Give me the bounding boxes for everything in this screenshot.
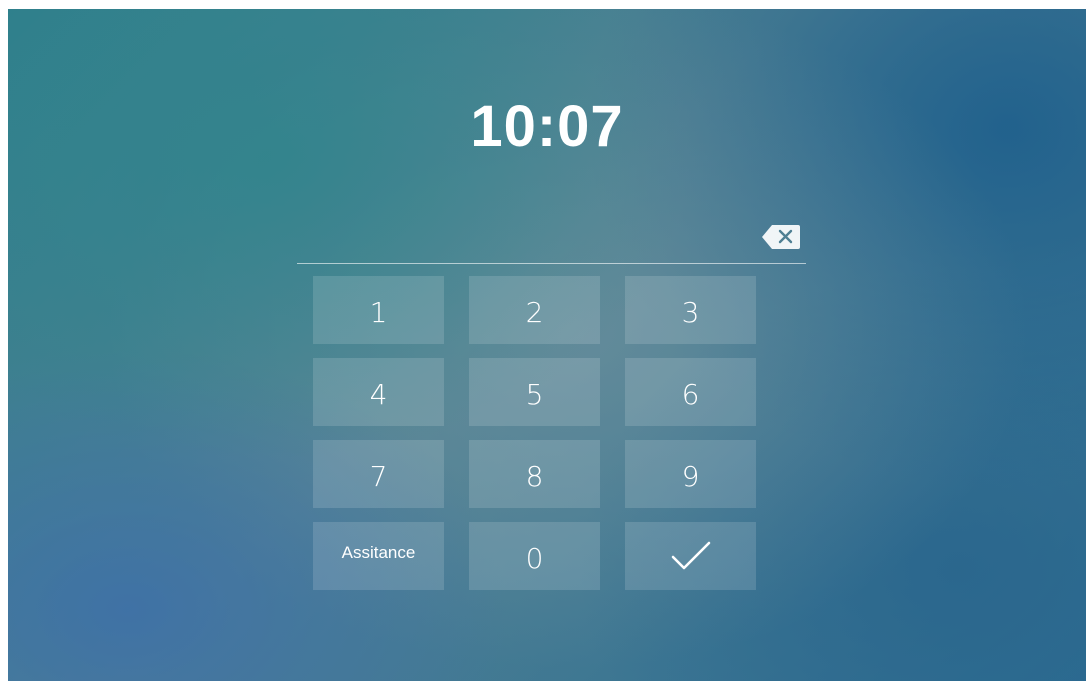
backspace-button[interactable] <box>762 225 800 249</box>
confirm-button[interactable] <box>625 522 756 590</box>
key-label: 5 <box>525 377 544 411</box>
clock-time: 10:07 <box>470 94 624 159</box>
key-5[interactable]: 5 <box>469 358 600 426</box>
key-8[interactable]: 8 <box>469 440 600 508</box>
key-9[interactable]: 9 <box>625 440 756 508</box>
key-2[interactable]: 2 <box>469 276 600 344</box>
lock-screen: 10:07 1 2 3 4 5 6 7 8 9 Assitance 0 <box>8 9 1086 681</box>
key-label: 7 <box>369 459 388 493</box>
assistance-button[interactable]: Assitance <box>313 522 444 590</box>
key-label: 0 <box>525 541 544 575</box>
key-4[interactable]: 4 <box>313 358 444 426</box>
key-label: 1 <box>369 295 388 329</box>
key-3[interactable]: 3 <box>625 276 756 344</box>
check-icon <box>671 541 710 570</box>
backspace-icon <box>762 225 800 249</box>
pin-entry-field[interactable] <box>297 219 806 264</box>
key-label: 8 <box>525 459 544 493</box>
key-label: Assitance <box>341 543 416 562</box>
key-0[interactable]: 0 <box>469 522 600 590</box>
keypad: 1 2 3 4 5 6 7 8 9 Assitance 0 <box>313 276 756 590</box>
key-label: 4 <box>369 377 388 411</box>
key-6[interactable]: 6 <box>625 358 756 426</box>
key-label: 3 <box>681 295 700 329</box>
key-label: 2 <box>525 295 544 329</box>
key-1[interactable]: 1 <box>313 276 444 344</box>
key-label: 6 <box>681 377 700 411</box>
key-7[interactable]: 7 <box>313 440 444 508</box>
key-label: 9 <box>681 459 700 493</box>
